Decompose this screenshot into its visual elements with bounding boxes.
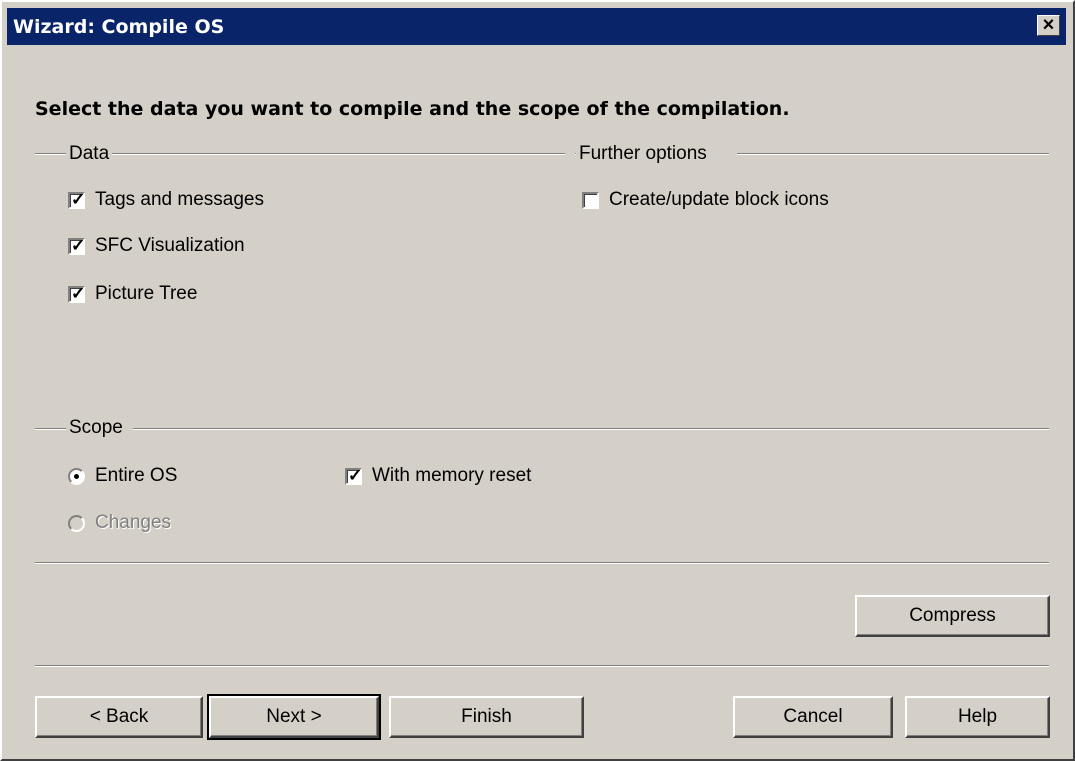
checkbox-label: With memory reset	[372, 465, 532, 486]
radio-label: Entire OS	[95, 465, 178, 486]
title-bar: Wizard: Compile OS ×	[7, 8, 1066, 45]
checkmark-icon: ✓	[71, 283, 86, 303]
checkbox-box[interactable]: ✓	[68, 189, 86, 209]
data-group-line	[35, 153, 565, 155]
instruction-heading: Select the data you want to compile and …	[35, 98, 790, 120]
next-button[interactable]: Next >	[207, 694, 381, 740]
checkbox-sfc-visualization[interactable]: ✓ SFC Visualization	[68, 235, 245, 257]
radio-changes[interactable]: Changes	[68, 512, 171, 534]
data-group-label: Data	[66, 143, 113, 165]
radio-button[interactable]	[68, 514, 85, 532]
checkbox-picture-tree[interactable]: ✓ Picture Tree	[68, 283, 197, 305]
finish-button[interactable]: Finish	[389, 696, 584, 738]
scope-group-line	[35, 428, 1049, 430]
checkbox-box[interactable]	[582, 191, 599, 209]
close-icon: ×	[1042, 14, 1055, 36]
checkbox-label: Picture Tree	[95, 283, 198, 304]
radio-entire-os[interactable]: Entire OS	[68, 465, 177, 487]
checkbox-box[interactable]: ✓	[345, 465, 363, 485]
wizard-window: Wizard: Compile OS × Select the data you…	[0, 0, 1075, 761]
checkbox-box[interactable]: ✓	[68, 235, 86, 255]
cancel-button[interactable]: Cancel	[733, 696, 893, 738]
checkmark-icon: ✓	[71, 235, 86, 255]
compress-button[interactable]: Compress	[855, 595, 1050, 637]
window-title: Wizard: Compile OS	[13, 16, 225, 38]
radio-label: Changes	[95, 512, 172, 533]
checkbox-tags-and-messages[interactable]: ✓ Tags and messages	[68, 189, 264, 211]
help-button[interactable]: Help	[905, 696, 1050, 738]
radio-button[interactable]	[68, 467, 85, 485]
separator	[35, 562, 1049, 564]
checkmark-icon: ✓	[348, 465, 363, 485]
checkbox-with-memory-reset[interactable]: ✓ With memory reset	[345, 465, 531, 487]
checkbox-label: SFC Visualization	[95, 235, 245, 256]
checkbox-label: Tags and messages	[95, 189, 264, 210]
radio-dot-icon	[74, 473, 79, 479]
close-button[interactable]: ×	[1037, 15, 1060, 36]
further-options-group-label: Further options	[576, 143, 737, 165]
checkbox-box[interactable]: ✓	[68, 283, 86, 303]
scope-group-label: Scope	[66, 417, 133, 439]
separator	[35, 665, 1049, 667]
checkmark-icon: ✓	[71, 189, 86, 209]
back-button[interactable]: < Back	[35, 696, 203, 738]
checkbox-label: Create/update block icons	[609, 189, 829, 210]
checkbox-create-update-block-icons[interactable]: Create/update block icons	[582, 189, 829, 211]
